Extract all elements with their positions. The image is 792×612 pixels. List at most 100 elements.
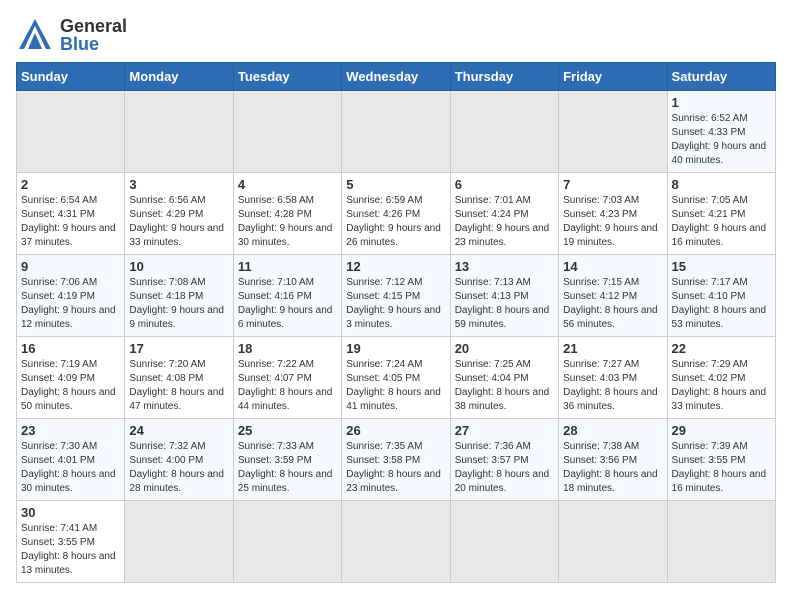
day-info: Sunrise: 7:36 AM Sunset: 3:57 PM Dayligh… [455,440,554,496]
weekday-header-monday: Monday [125,63,233,91]
day-info: Sunrise: 7:29 AM Sunset: 4:02 PM Dayligh… [672,358,771,414]
day-info: Sunrise: 7:15 AM Sunset: 4:12 PM Dayligh… [563,276,662,332]
day-number: 5 [346,177,445,192]
week-row-0: 1Sunrise: 6:52 AM Sunset: 4:33 PM Daylig… [17,91,776,173]
week-row-1: 2 Sunrise: 6:54 AM Sunset: 4:31 PM Daylig… [17,173,776,255]
calendar-cell [450,91,558,173]
day-info: Sunrise: 7:01 AM Sunset: 4:24 PM Dayligh… [455,194,554,250]
day-info: Sunrise: 7:24 AM Sunset: 4:05 PM Dayligh… [346,358,445,414]
day-info: Sunrise: 7:10 AM Sunset: 4:16 PM Dayligh… [238,276,337,332]
calendar-cell: 7Sunrise: 7:03 AM Sunset: 4:23 PM Daylig… [559,173,667,255]
calendar-cell: 6 Sunrise: 7:01 AM Sunset: 4:24 PM Daylig… [450,173,558,255]
calendar-cell: 4Sunrise: 6:58 AM Sunset: 4:28 PM Daylig… [233,173,341,255]
day-number: 15 [672,259,771,274]
calendar-cell: 27 Sunrise: 7:36 AM Sunset: 3:57 PM Dayli… [450,419,558,501]
day-number: 9 [21,259,120,274]
day-info: Sunrise: 7:39 AM Sunset: 3:55 PM Dayligh… [672,440,771,496]
day-number: 16 [21,341,120,356]
day-number: 22 [672,341,771,356]
calendar-cell [233,501,341,583]
day-info: Sunrise: 7:20 AM Sunset: 4:08 PM Dayligh… [129,358,228,414]
day-number: 18 [238,341,337,356]
calendar-cell: 24 Sunrise: 7:32 AM Sunset: 4:00 PM Dayli… [125,419,233,501]
day-number: 12 [346,259,445,274]
calendar-cell [125,91,233,173]
day-info: Sunrise: 7:35 AM Sunset: 3:58 PM Dayligh… [346,440,445,496]
calendar-cell: 29 Sunrise: 7:39 AM Sunset: 3:55 PM Dayli… [667,419,775,501]
calendar-cell [342,91,450,173]
calendar-cell: 1Sunrise: 6:52 AM Sunset: 4:33 PM Daylig… [667,91,775,173]
weekday-header-saturday: Saturday [667,63,775,91]
day-info: Sunrise: 7:30 AM Sunset: 4:01 PM Dayligh… [21,440,120,496]
week-row-3: 16Sunrise: 7:19 AM Sunset: 4:09 PM Dayli… [17,337,776,419]
day-number: 28 [563,423,662,438]
calendar-cell: 16Sunrise: 7:19 AM Sunset: 4:09 PM Dayli… [17,337,125,419]
day-info: Sunrise: 7:12 AM Sunset: 4:15 PM Dayligh… [346,276,445,332]
calendar-cell: 30Sunrise: 7:41 AM Sunset: 3:55 PM Dayli… [17,501,125,583]
day-info: Sunrise: 7:32 AM Sunset: 4:00 PM Dayligh… [129,440,228,496]
calendar-cell: 28 Sunrise: 7:38 AM Sunset: 3:56 PM Dayli… [559,419,667,501]
day-number: 24 [129,423,228,438]
day-info: Sunrise: 6:56 AM Sunset: 4:29 PM Dayligh… [129,194,228,250]
weekday-header-tuesday: Tuesday [233,63,341,91]
day-number: 8 [672,177,771,192]
day-number: 11 [238,259,337,274]
day-number: 21 [563,341,662,356]
calendar-cell: 3 Sunrise: 6:56 AM Sunset: 4:29 PM Daylig… [125,173,233,255]
calendar-table: SundayMondayTuesdayWednesdayThursdayFrid… [16,62,776,583]
day-info: Sunrise: 7:22 AM Sunset: 4:07 PM Dayligh… [238,358,337,414]
day-number: 23 [21,423,120,438]
day-number: 26 [346,423,445,438]
day-number: 3 [129,177,228,192]
day-info: Sunrise: 7:38 AM Sunset: 3:56 PM Dayligh… [563,440,662,496]
calendar-cell: 13 Sunrise: 7:13 AM Sunset: 4:13 PM Dayli… [450,255,558,337]
calendar-cell: 9 Sunrise: 7:06 AM Sunset: 4:19 PM Daylig… [17,255,125,337]
day-number: 2 [21,177,120,192]
weekday-header-thursday: Thursday [450,63,558,91]
calendar-cell: 11 Sunrise: 7:10 AM Sunset: 4:16 PM Dayli… [233,255,341,337]
logo-blue: Blue [60,35,127,53]
day-info: Sunrise: 7:25 AM Sunset: 4:04 PM Dayligh… [455,358,554,414]
weekday-header-sunday: Sunday [17,63,125,91]
weekday-header-wednesday: Wednesday [342,63,450,91]
day-number: 1 [672,95,771,110]
day-number: 13 [455,259,554,274]
weekday-header-friday: Friday [559,63,667,91]
calendar-cell [450,501,558,583]
calendar-cell: 17 Sunrise: 7:20 AM Sunset: 4:08 PM Dayli… [125,337,233,419]
calendar-cell: 26 Sunrise: 7:35 AM Sunset: 3:58 PM Dayli… [342,419,450,501]
header: General Blue [16,16,776,54]
day-number: 30 [21,505,120,520]
day-number: 6 [455,177,554,192]
day-number: 17 [129,341,228,356]
calendar-cell: 10Sunrise: 7:08 AM Sunset: 4:18 PM Dayli… [125,255,233,337]
logo-general: General [60,16,127,36]
day-info: Sunrise: 7:06 AM Sunset: 4:19 PM Dayligh… [21,276,120,332]
calendar-cell: 15 Sunrise: 7:17 AM Sunset: 4:10 PM Dayli… [667,255,775,337]
calendar-cell [667,501,775,583]
logo-icon [16,16,54,54]
day-number: 14 [563,259,662,274]
day-number: 29 [672,423,771,438]
calendar-cell [559,91,667,173]
calendar-cell: 18 Sunrise: 7:22 AM Sunset: 4:07 PM Dayli… [233,337,341,419]
day-info: Sunrise: 7:13 AM Sunset: 4:13 PM Dayligh… [455,276,554,332]
day-info: Sunrise: 6:54 AM Sunset: 4:31 PM Dayligh… [21,194,120,250]
week-row-4: 23 Sunrise: 7:30 AM Sunset: 4:01 PM Dayli… [17,419,776,501]
day-info: Sunrise: 7:17 AM Sunset: 4:10 PM Dayligh… [672,276,771,332]
calendar-cell [559,501,667,583]
calendar-cell: 5 Sunrise: 6:59 AM Sunset: 4:26 PM Daylig… [342,173,450,255]
calendar-cell: 25Sunrise: 7:33 AM Sunset: 3:59 PM Dayli… [233,419,341,501]
calendar-cell: 14 Sunrise: 7:15 AM Sunset: 4:12 PM Dayli… [559,255,667,337]
day-info: Sunrise: 6:59 AM Sunset: 4:26 PM Dayligh… [346,194,445,250]
day-number: 20 [455,341,554,356]
day-number: 19 [346,341,445,356]
calendar-cell: 22 Sunrise: 7:29 AM Sunset: 4:02 PM Dayli… [667,337,775,419]
day-number: 27 [455,423,554,438]
calendar-cell: 21Sunrise: 7:27 AM Sunset: 4:03 PM Dayli… [559,337,667,419]
calendar-cell: 8Sunrise: 7:05 AM Sunset: 4:21 PM Daylig… [667,173,775,255]
day-info: Sunrise: 7:03 AM Sunset: 4:23 PM Dayligh… [563,194,662,250]
day-info: Sunrise: 7:33 AM Sunset: 3:59 PM Dayligh… [238,440,337,496]
calendar-cell: 12 Sunrise: 7:12 AM Sunset: 4:15 PM Dayli… [342,255,450,337]
calendar-cell [233,91,341,173]
